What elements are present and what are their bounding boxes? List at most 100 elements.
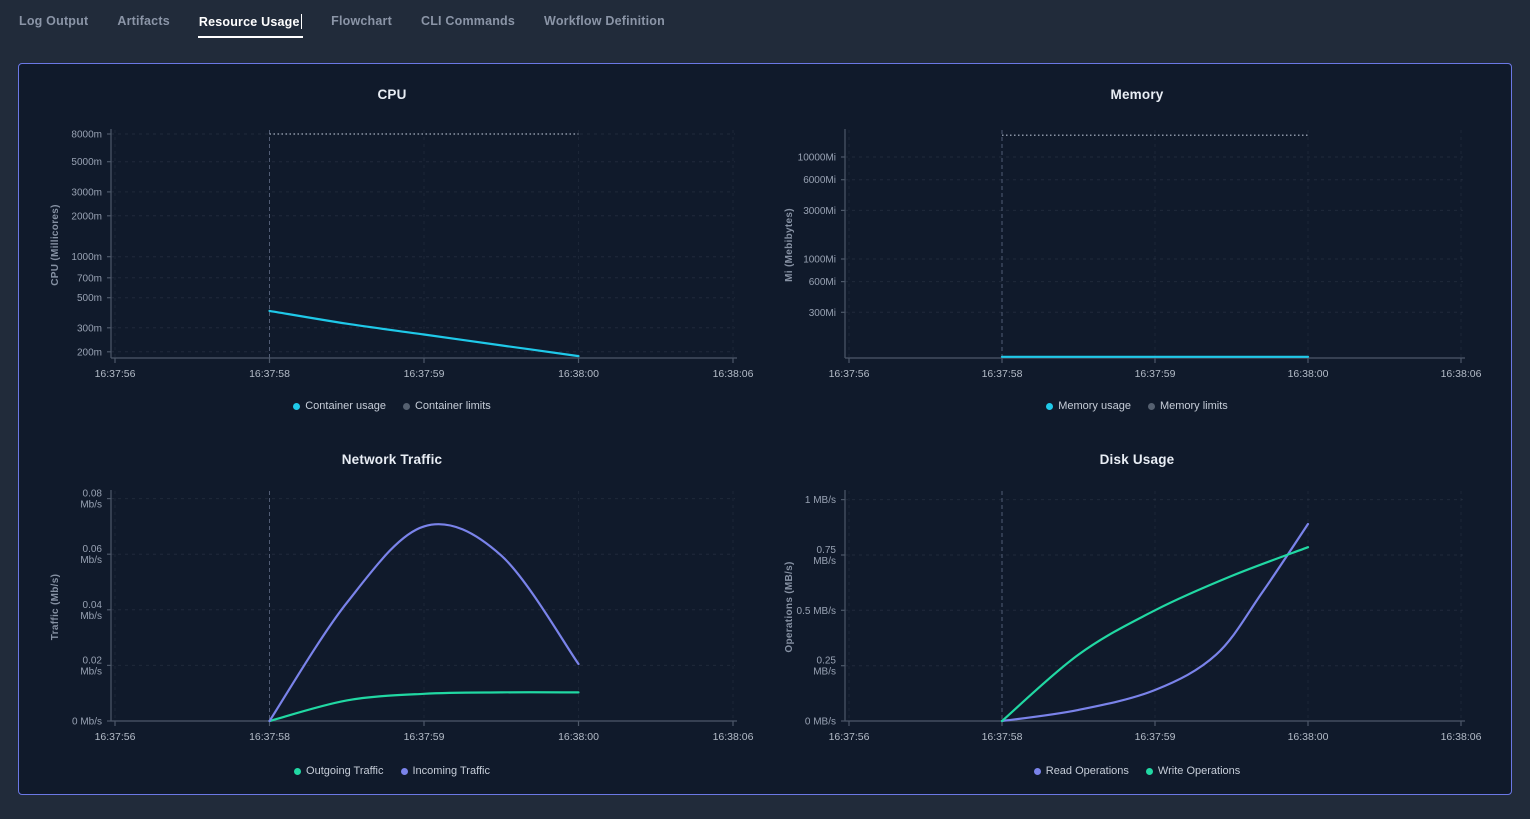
y-axis-labels: 8000m5000m3000m2000m1000m700m500m300m200… <box>71 130 102 359</box>
legend-item-write-operations[interactable]: Write Operations <box>1146 765 1240 777</box>
svg-text:16:38:00: 16:38:00 <box>1288 368 1329 380</box>
svg-text:0 Mb/s: 0 Mb/s <box>72 717 102 728</box>
legend-item-container-usage[interactable]: Container usage <box>293 400 386 412</box>
legend-label: Container limits <box>415 400 491 412</box>
legend-label: Container usage <box>305 400 386 412</box>
horizontal-gridlines <box>845 157 1463 312</box>
svg-text:16:37:59: 16:37:59 <box>1135 368 1176 380</box>
disk-usage-chart: Disk Usage 1 MB/s0.75MB/s0.5 MB/s0.25MB/… <box>764 429 1510 795</box>
tab-resource-usage[interactable]: Resource Usage <box>198 0 303 38</box>
tab-label: Artifacts <box>117 14 170 28</box>
svg-text:0.5 MB/s: 0.5 MB/s <box>797 606 836 617</box>
svg-text:16:37:56: 16:37:56 <box>95 731 136 743</box>
svg-text:16:38:00: 16:38:00 <box>558 731 599 743</box>
legend-dot <box>403 403 410 410</box>
disk-usage-legend: Read Operations Write Operations <box>764 765 1510 777</box>
vertical-gridlines <box>115 130 733 358</box>
legend-label: Incoming Traffic <box>413 765 490 777</box>
svg-text:700m: 700m <box>77 273 102 284</box>
legend-label: Write Operations <box>1158 765 1240 777</box>
svg-text:16:37:56: 16:37:56 <box>95 368 136 380</box>
svg-text:1 MB/s: 1 MB/s <box>805 495 836 506</box>
series-line-read-operations <box>1002 524 1308 721</box>
svg-text:16:37:59: 16:37:59 <box>1135 731 1176 743</box>
y-axis-title: Mi (Mebibytes) <box>784 208 795 282</box>
svg-text:16:38:06: 16:38:06 <box>1441 731 1482 743</box>
network-traffic-legend: Outgoing Traffic Incoming Traffic <box>19 765 765 777</box>
svg-text:1000Mi: 1000Mi <box>803 255 836 266</box>
legend-dot <box>293 403 300 410</box>
cpu-legend: Container usage Container limits <box>19 400 765 412</box>
svg-text:0.08Mb/s: 0.08Mb/s <box>80 489 102 511</box>
cpu-plot: 8000m5000m3000m2000m1000m700m500m300m200… <box>19 64 765 430</box>
svg-text:3000m: 3000m <box>71 187 102 198</box>
legend-dot <box>401 768 408 775</box>
legend-label: Memory limits <box>1160 400 1228 412</box>
svg-text:0.02Mb/s: 0.02Mb/s <box>80 655 102 677</box>
legend-item-outgoing-traffic[interactable]: Outgoing Traffic <box>294 765 383 777</box>
svg-text:16:38:06: 16:38:06 <box>1441 368 1482 380</box>
tab-label: Flowchart <box>331 14 392 28</box>
x-axis-labels: 16:37:56 16:37:58 16:37:59 16:38:00 16:38:06 <box>95 731 754 743</box>
legend-item-incoming-traffic[interactable]: Incoming Traffic <box>401 765 490 777</box>
text-cursor <box>301 14 303 29</box>
tab-label: CLI Commands <box>421 14 515 28</box>
svg-text:16:37:59: 16:37:59 <box>404 368 445 380</box>
cpu-chart: CPU 8000m5000m3000m2000m1000m700m500m300… <box>19 64 765 430</box>
y-axis-labels: 1 MB/s0.75MB/s0.5 MB/s0.25MB/s0 MB/s <box>797 495 837 727</box>
tab-workflow-definition[interactable]: Workflow Definition <box>543 0 666 37</box>
tab-log-output[interactable]: Log Output <box>18 0 89 37</box>
svg-text:16:38:00: 16:38:00 <box>558 368 599 380</box>
svg-text:6000Mi: 6000Mi <box>803 175 836 186</box>
x-axis-labels: 16:37:5616:37:5816:37:5916:38:0016:38:06 <box>829 731 1482 743</box>
svg-text:16:37:56: 16:37:56 <box>829 368 870 380</box>
svg-text:16:37:58: 16:37:58 <box>249 731 290 743</box>
svg-text:3000Mi: 3000Mi <box>803 206 836 217</box>
memory-plot: 10000Mi6000Mi3000Mi1000Mi600Mi300Mi16:37… <box>764 64 1510 430</box>
vertical-gridlines <box>849 491 1461 721</box>
svg-text:300Mi: 300Mi <box>809 308 836 319</box>
tab-artifacts[interactable]: Artifacts <box>116 0 171 37</box>
svg-text:16:37:58: 16:37:58 <box>249 368 290 380</box>
legend-item-container-limits[interactable]: Container limits <box>403 400 491 412</box>
memory-chart: Memory 10000Mi6000Mi3000Mi1000Mi600Mi300… <box>764 64 1510 430</box>
legend-label: Memory usage <box>1058 400 1131 412</box>
svg-text:0 MB/s: 0 MB/s <box>805 717 836 728</box>
svg-text:0.75MB/s: 0.75MB/s <box>813 545 836 567</box>
svg-text:16:38:06: 16:38:06 <box>713 368 754 380</box>
tab-cli-commands[interactable]: CLI Commands <box>420 0 516 37</box>
legend-item-read-operations[interactable]: Read Operations <box>1034 765 1129 777</box>
svg-text:1000m: 1000m <box>71 252 102 263</box>
vertical-gridlines <box>849 130 1461 358</box>
svg-text:2000m: 2000m <box>71 211 102 222</box>
tab-label: Workflow Definition <box>544 14 665 28</box>
axes <box>841 129 1465 363</box>
legend-label: Outgoing Traffic <box>306 765 383 777</box>
network-traffic-plot: 0.08Mb/s0.06Mb/s0.04Mb/s0.02Mb/s0 Mb/s16… <box>19 429 765 795</box>
horizontal-gridlines <box>111 499 735 721</box>
svg-text:16:38:06: 16:38:06 <box>713 731 754 743</box>
legend-dot <box>294 768 301 775</box>
legend-dot <box>1148 403 1155 410</box>
svg-text:16:37:58: 16:37:58 <box>982 731 1023 743</box>
horizontal-gridlines <box>111 134 735 352</box>
tab-bar: Log Output Artifacts Resource Usage Flowcha… <box>18 0 666 47</box>
svg-text:10000Mi: 10000Mi <box>798 153 836 164</box>
network-traffic-chart: Network Traffic 0.08Mb/s0.06Mb/s0.04Mb/s… <box>19 429 765 795</box>
svg-text:200m: 200m <box>77 347 102 358</box>
legend-item-memory-limits[interactable]: Memory limits <box>1148 400 1228 412</box>
y-axis-title: Operations (MB/s) <box>784 561 795 652</box>
y-axis-title: CPU (Millicores) <box>50 204 61 285</box>
y-axis-title: Traffic (Mb/s) <box>50 574 61 640</box>
legend-label: Read Operations <box>1046 765 1129 777</box>
svg-text:16:37:56: 16:37:56 <box>829 731 870 743</box>
svg-text:5000m: 5000m <box>71 157 102 168</box>
legend-dot <box>1046 403 1053 410</box>
legend-dot <box>1034 768 1041 775</box>
legend-dot <box>1146 768 1153 775</box>
svg-text:16:37:59: 16:37:59 <box>404 731 445 743</box>
tab-flowchart[interactable]: Flowchart <box>330 0 393 37</box>
tab-label: Resource Usage <box>199 15 300 29</box>
x-axis-labels: 16:37:5616:37:5816:37:5916:38:0016:38:06 <box>829 368 1482 380</box>
legend-item-memory-usage[interactable]: Memory usage <box>1046 400 1131 412</box>
